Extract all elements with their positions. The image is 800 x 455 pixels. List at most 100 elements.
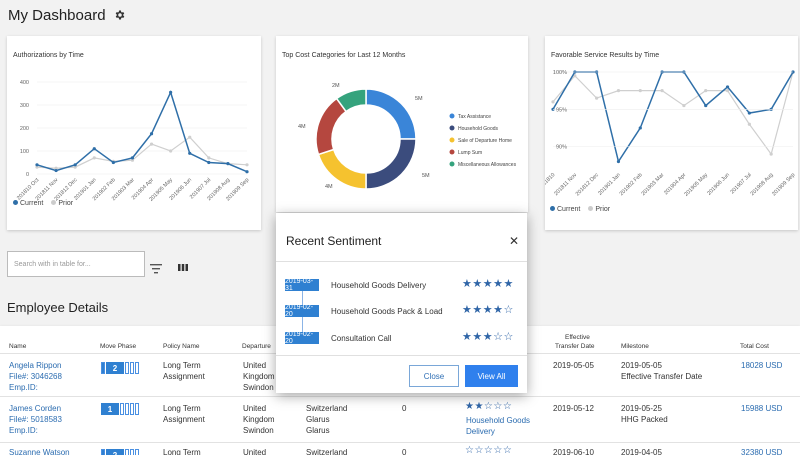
milestone-label: HHG Packed bbox=[621, 415, 668, 424]
employee-file[interactable]: File#: 5018583 bbox=[9, 414, 62, 425]
data-point-current bbox=[130, 156, 135, 160]
favorable-card: Favorable Service Results by Time 201810… bbox=[545, 36, 798, 230]
data-point-prior bbox=[245, 163, 249, 167]
data-point-prior bbox=[704, 89, 708, 93]
policy-name: Assignment bbox=[163, 415, 205, 424]
data-point-current bbox=[704, 103, 708, 108]
sentiment-stars: ★★★★☆ bbox=[462, 304, 514, 316]
series-line-current bbox=[552, 71, 794, 164]
total-cost-link[interactable]: 15988 USD bbox=[741, 403, 782, 414]
x-tick-label: 201909 Sep bbox=[771, 172, 796, 197]
departure: United bbox=[243, 448, 267, 455]
milestone-label: Effective Transfer Date bbox=[621, 372, 703, 381]
policy-name: Long Term bbox=[163, 361, 201, 370]
data-point-prior bbox=[660, 89, 664, 93]
dashboard-header: My Dashboard bbox=[8, 4, 126, 26]
columns-icon[interactable] bbox=[178, 261, 188, 271]
authorizations-legend: Current Prior bbox=[13, 200, 73, 207]
x-tick-label: 201906 Jun bbox=[706, 172, 731, 197]
employee-name-link[interactable]: Angela Rippon bbox=[9, 360, 61, 371]
y-tick-label: 0 bbox=[26, 172, 29, 178]
data-point-current bbox=[616, 159, 621, 164]
series-line-prior bbox=[552, 71, 794, 156]
data-point-current bbox=[226, 162, 230, 166]
milestone-date: 2019-05-05 bbox=[621, 361, 662, 370]
col-header-milestone[interactable]: Milestone bbox=[621, 342, 649, 351]
sentiment-stars[interactable]: ★★☆☆☆ bbox=[465, 401, 512, 412]
y-tick-label: 300 bbox=[20, 103, 29, 109]
x-tick-label: 201810 bbox=[545, 172, 556, 189]
effective-date: 2019-06-10 bbox=[553, 448, 594, 455]
count-value: 0 bbox=[402, 404, 407, 413]
sentiment-link[interactable]: Household Goods bbox=[466, 415, 530, 426]
sentiment-stars[interactable]: ☆☆☆☆☆ bbox=[465, 445, 512, 455]
effective-date: 2019-05-12 bbox=[553, 404, 594, 413]
data-point-current bbox=[73, 163, 77, 167]
close-icon[interactable]: ✕ bbox=[509, 234, 519, 248]
legend-swatch bbox=[449, 161, 455, 167]
data-point-prior bbox=[188, 135, 192, 139]
col-header-name[interactable]: Name bbox=[9, 342, 26, 351]
sentiment-label: Household Goods Pack & Load bbox=[331, 307, 443, 316]
col-header-departure[interactable]: Departure bbox=[242, 342, 271, 351]
policy-name: Long Term bbox=[163, 404, 201, 413]
y-tick-label: 100 bbox=[20, 149, 29, 155]
employee-file[interactable]: File#: 3046268 bbox=[9, 371, 62, 382]
x-tick-label: 201903 Mar bbox=[641, 172, 666, 197]
filter-icon[interactable] bbox=[150, 261, 162, 274]
data-point-current bbox=[207, 160, 211, 165]
col-header-effective-l2[interactable]: Transfer Date bbox=[555, 342, 595, 351]
donut-slice bbox=[365, 88, 417, 140]
sentiment-date: 2019-03-31 bbox=[285, 278, 319, 292]
modal-title: Recent Sentiment bbox=[286, 234, 382, 248]
view-all-button[interactable]: View All bbox=[465, 365, 518, 387]
y-tick-label: 95% bbox=[556, 107, 567, 113]
slice-label: 5M bbox=[415, 96, 423, 102]
recent-sentiment-modal: Recent Sentiment ✕ 2019-03-31 Household … bbox=[276, 213, 527, 393]
destination: Switzerland bbox=[306, 448, 348, 455]
legend-current: Current bbox=[550, 206, 580, 213]
move-phase-indicator: 2 bbox=[101, 362, 139, 374]
employee-name-link[interactable]: James Corden bbox=[9, 403, 61, 414]
col-header-effective-l1[interactable]: Effective bbox=[565, 333, 590, 342]
y-tick-label: 90% bbox=[556, 145, 567, 151]
data-point-current bbox=[169, 90, 173, 94]
page-title: My Dashboard bbox=[8, 6, 106, 24]
col-header-total-cost[interactable]: Total Cost bbox=[740, 342, 769, 351]
sentiment-label: Consultation Call bbox=[331, 334, 392, 343]
legend-label: Household Goods bbox=[458, 126, 499, 132]
legend-prior: Prior bbox=[51, 200, 73, 207]
search-input[interactable]: Search with in table for... bbox=[7, 251, 145, 277]
slice-label: 5M bbox=[422, 173, 430, 179]
legend-prior: Prior bbox=[588, 206, 610, 213]
x-tick-label: 201812 Dec bbox=[575, 172, 600, 197]
policy-name: Long Term bbox=[163, 448, 201, 455]
total-cost-link[interactable]: 18028 USD bbox=[741, 360, 782, 371]
employee-details-title: Employee Details bbox=[7, 300, 109, 315]
departure: Kingdom bbox=[243, 415, 275, 424]
data-point-current bbox=[111, 160, 115, 165]
gear-icon[interactable] bbox=[114, 9, 126, 21]
employee-name-link[interactable]: Suzanne Watson bbox=[9, 447, 70, 455]
total-cost-link[interactable]: 32380 USD bbox=[741, 447, 782, 455]
authorizations-card: Authorizations by Time 400 300 200 100 0 2018… bbox=[7, 36, 261, 230]
data-point-current bbox=[188, 151, 192, 155]
data-point-prior bbox=[747, 122, 751, 126]
sentiment-link[interactable]: Delivery bbox=[466, 426, 495, 437]
col-header-policy-name[interactable]: Policy Name bbox=[163, 342, 199, 351]
policy-name: Assignment bbox=[163, 372, 205, 381]
y-tick-label: 100% bbox=[553, 70, 567, 76]
sentiment-date: 2019-02-20 bbox=[285, 304, 319, 318]
top-cost-card: Top Cost Categories for Last 12 Months 5… bbox=[276, 36, 528, 212]
milestone-date: 2019-05-25 bbox=[621, 404, 662, 413]
col-header-move-phase[interactable]: Move Phase bbox=[100, 342, 136, 351]
data-point-current bbox=[149, 132, 154, 136]
legend-swatch bbox=[449, 149, 455, 155]
favorable-chart: 201810201811 Nov201812 Dec201901 Jan2019… bbox=[545, 70, 796, 198]
milestone-date: 2019-04-05 bbox=[621, 448, 662, 455]
donut-slice bbox=[365, 138, 417, 190]
close-button[interactable]: Close bbox=[409, 365, 459, 387]
destination: Switzerland bbox=[306, 404, 348, 413]
legend-label: Miscellaneous Allowances bbox=[458, 162, 517, 168]
data-point-prior bbox=[616, 89, 621, 93]
